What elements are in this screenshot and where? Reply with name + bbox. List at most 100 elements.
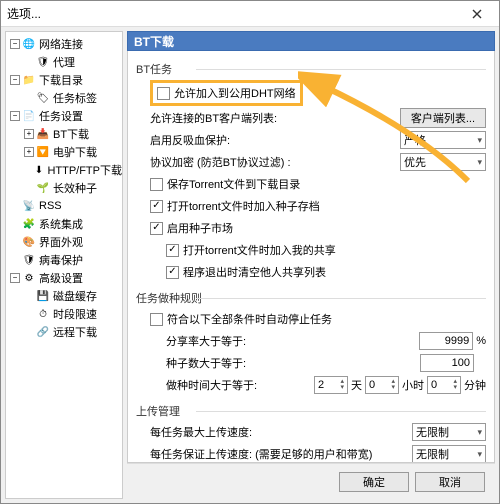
- combo-guarantee-upload[interactable]: 无限制: [412, 445, 486, 463]
- tree-item-9[interactable]: 📡RSS: [6, 197, 122, 215]
- tree-item-12[interactable]: 🛡病毒保护: [6, 251, 122, 269]
- unit-hour: 小时: [402, 377, 424, 393]
- row-seed-time: 做种时间大于等于: 2▴▾ 天 0▴▾ 小时 0▴▾ 分钟: [136, 375, 486, 395]
- tree-node-icon: ⏱: [36, 307, 50, 321]
- tree-item-10[interactable]: 🧩系统集成: [6, 215, 122, 233]
- tree-item-13[interactable]: −⚙高级设置: [6, 269, 122, 287]
- spinner-minutes[interactable]: 0▴▾: [427, 376, 461, 394]
- tree-item-4[interactable]: −📄任务设置: [6, 107, 122, 125]
- tree-item-6[interactable]: +🔽电驴下载: [6, 143, 122, 161]
- close-button[interactable]: [461, 3, 493, 25]
- tree-node-label: BT下载: [53, 126, 89, 142]
- tree-node-icon: 🌐: [22, 37, 36, 51]
- tree-node-icon: ⬇: [33, 163, 44, 177]
- tree-item-5[interactable]: +📥BT下载: [6, 125, 122, 143]
- label-enable-market: 启用种子市场: [167, 220, 233, 236]
- label-anti-leech: 启用反吸血保护:: [150, 132, 260, 148]
- row-client-list: 允许连接的BT客户端列表: 客户端列表...: [136, 108, 486, 128]
- row-enable-market: 启用种子市场: [136, 218, 486, 238]
- checkbox-auto-stop[interactable]: [150, 313, 163, 326]
- row-anti-leech: 启用反吸血保护: 严格: [136, 130, 486, 150]
- input-share-ratio[interactable]: 9999: [419, 332, 473, 350]
- tree-node-label: 界面外观: [39, 234, 83, 250]
- row-share-on-open: 打开torrent文件时加入我的共享: [136, 240, 486, 260]
- row-save-seed-on-open: 打开torrent文件时加入种子存档: [136, 196, 486, 216]
- tree-item-14[interactable]: 💾磁盘缓存: [6, 287, 122, 305]
- tree-item-15[interactable]: ⏱时段限速: [6, 305, 122, 323]
- combo-protocol-encrypt[interactable]: 优先: [400, 153, 486, 171]
- tree-item-2[interactable]: −📁下载目录: [6, 71, 122, 89]
- input-seed-count[interactable]: 100: [420, 354, 474, 372]
- tree-node-icon: 🧩: [22, 217, 36, 231]
- tree-item-0[interactable]: −🌐网络连接: [6, 35, 122, 53]
- options-dialog: 选项... −🌐网络连接🛡代理−📁下载目录🏷任务标签−📄任务设置+📥BT下载+🔽…: [0, 0, 500, 504]
- label-save-seed-on-open: 打开torrent文件时加入种子存档: [167, 198, 320, 214]
- ok-button[interactable]: 确定: [339, 472, 409, 492]
- label-allow-dht: 允许加入到公用DHT网络: [174, 85, 296, 101]
- tree-item-1[interactable]: 🛡代理: [6, 53, 122, 71]
- dialog-body: −🌐网络连接🛡代理−📁下载目录🏷任务标签−📄任务设置+📥BT下载+🔽电驴下载⬇H…: [1, 27, 499, 503]
- checkbox-enable-market[interactable]: [150, 222, 163, 235]
- section-header: BT下载: [127, 31, 495, 51]
- tree-node-label: RSS: [39, 200, 62, 212]
- row-max-upload: 每任务最大上传速度: 无限制: [136, 422, 486, 442]
- tree-node-icon: 📥: [36, 127, 50, 141]
- tree-toggle-icon[interactable]: −: [10, 75, 20, 85]
- settings-panel: BT任务 允许加入到公用DHT网络 允许连接的BT客户端列表: 客户端列表...…: [127, 51, 495, 463]
- tree-node-label: 高级设置: [39, 270, 83, 286]
- dialog-footer: 确定 取消: [127, 463, 495, 499]
- checkbox-allow-dht[interactable]: [157, 87, 170, 100]
- unit-minute: 分钟: [464, 377, 486, 393]
- tree-node-icon: 📄: [22, 109, 36, 123]
- spin-arrows-icon[interactable]: ▴▾: [391, 379, 395, 391]
- row-protocol-encrypt: 协议加密 (防范BT协议过滤) : 优先: [136, 152, 486, 172]
- tree-node-label: 时段限速: [53, 306, 97, 322]
- checkbox-save-seed-on-open[interactable]: [150, 200, 163, 213]
- checkbox-clear-private-on-exit[interactable]: [166, 266, 179, 279]
- tree-item-11[interactable]: 🎨界面外观: [6, 233, 122, 251]
- tree-node-icon: 🔽: [36, 145, 50, 159]
- tree-item-3[interactable]: 🏷任务标签: [6, 89, 122, 107]
- tree-item-8[interactable]: 🌱长效种子: [6, 179, 122, 197]
- spin-arrows-icon[interactable]: ▴▾: [340, 379, 344, 391]
- label-clear-private-on-exit: 程序退出时清空他人共享列表: [183, 264, 326, 280]
- label-protocol-encrypt: 协议加密 (防范BT协议过滤) :: [150, 154, 291, 170]
- combo-anti-leech[interactable]: 严格: [400, 131, 486, 149]
- tree-node-label: 磁盘缓存: [53, 288, 97, 304]
- tree-item-16[interactable]: 🔗远程下载: [6, 323, 122, 341]
- tree-toggle-icon[interactable]: −: [10, 273, 20, 283]
- tree-toggle-icon[interactable]: +: [24, 129, 34, 139]
- cancel-button[interactable]: 取消: [415, 472, 485, 492]
- tree-node-label: 下载目录: [39, 72, 83, 88]
- spin-arrows-icon[interactable]: ▴▾: [453, 379, 457, 391]
- tree-toggle-icon[interactable]: −: [10, 111, 20, 121]
- tree-node-label: HTTP/FTP下载: [47, 162, 122, 178]
- tree-node-icon: 📡: [22, 199, 36, 213]
- category-tree[interactable]: −🌐网络连接🛡代理−📁下载目录🏷任务标签−📄任务设置+📥BT下载+🔽电驴下载⬇H…: [5, 31, 123, 499]
- tree-node-icon: 🎨: [22, 235, 36, 249]
- tree-node-label: 长效种子: [53, 180, 97, 196]
- row-save-torrent: 保存Torrent文件到下载目录: [136, 174, 486, 194]
- spinner-days[interactable]: 2▴▾: [314, 376, 348, 394]
- row-auto-stop: 符合以下全部条件时自动停止任务: [136, 309, 486, 329]
- combo-max-upload[interactable]: 无限制: [412, 423, 486, 441]
- row-seed-count: 种子数大于等于: 100: [136, 353, 486, 373]
- client-list-button[interactable]: 客户端列表...: [400, 108, 486, 128]
- label-auto-stop: 符合以下全部条件时自动停止任务: [167, 311, 332, 327]
- spinner-hours[interactable]: 0▴▾: [365, 376, 399, 394]
- checkbox-save-torrent[interactable]: [150, 178, 163, 191]
- tree-node-label: 病毒保护: [39, 252, 83, 268]
- label-seed-time: 做种时间大于等于:: [166, 377, 257, 393]
- tree-toggle-icon[interactable]: −: [10, 39, 20, 49]
- group-stop-rules: 任务做种规则: [136, 290, 486, 306]
- window-title: 选项...: [7, 5, 461, 22]
- group-bt-tasks: BT任务: [136, 61, 486, 77]
- tree-node-icon: 💾: [36, 289, 50, 303]
- tree-node-icon: 🏷: [36, 91, 50, 105]
- tree-item-7[interactable]: ⬇HTTP/FTP下载: [6, 161, 122, 179]
- tree-toggle-icon[interactable]: +: [24, 147, 34, 157]
- label-seed-count: 种子数大于等于:: [166, 355, 286, 371]
- tree-node-label: 任务设置: [39, 108, 83, 124]
- titlebar: 选项...: [1, 1, 499, 27]
- checkbox-share-on-open[interactable]: [166, 244, 179, 257]
